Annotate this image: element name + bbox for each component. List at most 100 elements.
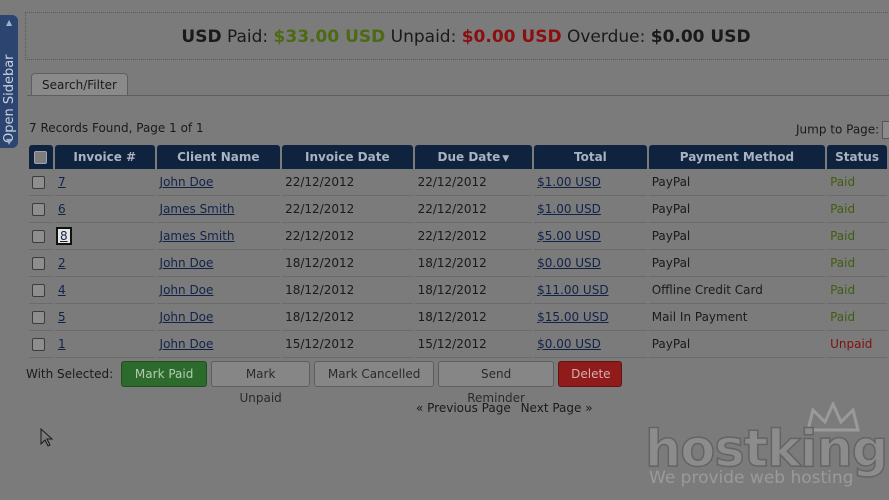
status-cell: Paid	[827, 277, 887, 304]
mark-unpaid-button[interactable]: Mark Unpaid	[211, 361, 311, 405]
col-invoice-date[interactable]: Invoice Date	[282, 145, 413, 169]
client-cell: John Doe	[156, 250, 281, 277]
payment-method-cell: Offline Credit Card	[648, 277, 826, 304]
tab-divider	[27, 95, 889, 96]
table-row: 8 James Smith 22/12/2012 22/12/2012 $5.0…	[29, 223, 887, 250]
client-link[interactable]: James Smith	[160, 202, 235, 216]
row-checkbox[interactable]	[32, 230, 45, 243]
delete-button[interactable]: Delete	[558, 361, 623, 387]
total-link[interactable]: $1.00 USD	[537, 202, 601, 216]
invoice-link[interactable]: 2	[58, 256, 66, 270]
invoice-date-cell: 18/12/2012	[282, 304, 413, 331]
row-select	[29, 331, 53, 358]
total-link[interactable]: $5.00 USD	[537, 229, 601, 243]
total-cell: $5.00 USD	[534, 223, 647, 250]
invoice-cell: 2	[54, 250, 155, 277]
invoice-cell: 4	[54, 277, 155, 304]
invoice-cell: 1	[54, 331, 155, 358]
table-row: 4 John Doe 18/12/2012 18/12/2012 $11.00 …	[29, 277, 887, 304]
invoice-date-cell: 15/12/2012	[282, 331, 413, 358]
col-due-date-label: Due Date	[437, 150, 501, 164]
summary-paid-value: $33.00 USD	[273, 27, 386, 47]
total-cell: $0.00 USD	[534, 250, 647, 277]
total-link[interactable]: $15.00 USD	[537, 310, 608, 324]
table-row: 5 John Doe 18/12/2012 18/12/2012 $15.00 …	[29, 304, 887, 331]
send-reminder-button[interactable]: Send Reminder	[438, 361, 555, 405]
mark-paid-button[interactable]: Mark Paid	[121, 361, 208, 387]
client-cell: James Smith	[156, 196, 281, 223]
select-all-header	[29, 145, 53, 169]
summary-unpaid-label: Unpaid:	[390, 27, 457, 47]
client-link[interactable]: John Doe	[160, 337, 214, 351]
previous-page-link[interactable]: « Previous Page	[416, 401, 511, 415]
due-date-cell: 15/12/2012	[414, 331, 533, 358]
col-invoice[interactable]: Invoice #	[54, 145, 155, 169]
client-cell: John Doe	[156, 304, 281, 331]
payment-method-cell: PayPal	[648, 250, 826, 277]
invoice-link[interactable]: 8	[55, 227, 72, 245]
table-row: 2 John Doe 18/12/2012 18/12/2012 $0.00 U…	[29, 250, 887, 277]
invoice-link[interactable]: 7	[58, 175, 66, 189]
table-row: 1 John Doe 15/12/2012 15/12/2012 $0.00 U…	[29, 331, 887, 358]
row-checkbox[interactable]	[32, 311, 45, 324]
next-page-link[interactable]: Next Page »	[521, 401, 593, 415]
total-cell: $0.00 USD	[534, 331, 647, 358]
invoice-link[interactable]: 1	[58, 337, 66, 351]
due-date-cell: 18/12/2012	[414, 304, 533, 331]
jump-to-page-input[interactable]	[882, 121, 889, 139]
row-select	[29, 196, 53, 223]
mark-cancelled-button[interactable]: Mark Cancelled	[314, 361, 435, 387]
total-link[interactable]: $0.00 USD	[537, 256, 601, 270]
summary-currency: USD	[181, 27, 222, 47]
invoice-date-cell: 18/12/2012	[282, 277, 413, 304]
client-link[interactable]: John Doe	[160, 256, 214, 270]
row-checkbox[interactable]	[32, 257, 45, 270]
open-sidebar-tab[interactable]: ▲ Open Sidebar ▼	[0, 15, 18, 148]
pagination: « Previous Page Next Page »	[416, 401, 599, 415]
select-all-checkbox[interactable]	[34, 151, 48, 164]
payment-method-cell: PayPal	[648, 223, 826, 250]
tab-search-filter[interactable]: Search/Filter	[31, 73, 128, 96]
col-due-date[interactable]: Due Date ▼	[414, 145, 533, 169]
row-checkbox[interactable]	[32, 203, 45, 216]
row-checkbox[interactable]	[32, 338, 45, 351]
invoices-table: Invoice # Client Name Invoice Date Due D…	[27, 145, 889, 358]
status-cell: Paid	[827, 169, 887, 196]
col-client-name[interactable]: Client Name	[156, 145, 281, 169]
total-cell: $11.00 USD	[534, 277, 647, 304]
row-checkbox[interactable]	[32, 284, 45, 297]
with-selected-label: With Selected:	[26, 367, 114, 381]
sort-desc-icon: ▼	[502, 154, 510, 164]
invoice-date-cell: 18/12/2012	[282, 250, 413, 277]
total-link[interactable]: $1.00 USD	[537, 175, 601, 189]
due-date-cell: 18/12/2012	[414, 250, 533, 277]
summary-unpaid-value: $0.00 USD	[461, 27, 562, 47]
row-select	[29, 169, 53, 196]
summary-overdue-value: $0.00 USD	[650, 27, 751, 47]
due-date-cell: 22/12/2012	[414, 169, 533, 196]
invoice-link[interactable]: 6	[58, 202, 66, 216]
client-link[interactable]: John Doe	[160, 175, 214, 189]
row-checkbox[interactable]	[32, 176, 45, 189]
client-link[interactable]: John Doe	[160, 283, 214, 297]
invoice-date-cell: 22/12/2012	[282, 169, 413, 196]
total-link[interactable]: $0.00 USD	[537, 337, 601, 351]
payment-method-cell: PayPal	[648, 169, 826, 196]
total-link[interactable]: $11.00 USD	[537, 283, 608, 297]
invoice-link[interactable]: 5	[58, 310, 66, 324]
invoice-link[interactable]: 4	[58, 283, 66, 297]
row-select	[29, 250, 53, 277]
table-row: 7 John Doe 22/12/2012 22/12/2012 $1.00 U…	[29, 169, 887, 196]
payment-method-cell: PayPal	[648, 331, 826, 358]
client-link[interactable]: James Smith	[160, 229, 235, 243]
summary-paid-label: Paid:	[226, 27, 269, 47]
client-link[interactable]: John Doe	[160, 310, 214, 324]
col-payment-method[interactable]: Payment Method	[648, 145, 826, 169]
col-status[interactable]: Status	[827, 145, 887, 169]
client-cell: James Smith	[156, 223, 281, 250]
invoice-summary: USD Paid: $33.00 USD Unpaid: $0.00 USD O…	[25, 12, 889, 60]
client-cell: John Doe	[156, 277, 281, 304]
col-total[interactable]: Total	[534, 145, 647, 169]
invoice-date-cell: 22/12/2012	[282, 223, 413, 250]
jump-to-page-label: Jump to Page:	[796, 122, 880, 137]
